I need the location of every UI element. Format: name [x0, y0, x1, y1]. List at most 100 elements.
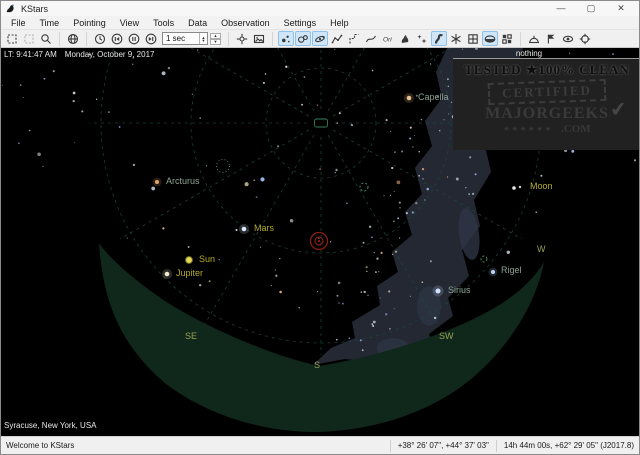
- flag-icon: [545, 33, 557, 45]
- dome-icon: [528, 33, 540, 45]
- observatory-dome-button[interactable]: [526, 31, 542, 46]
- arcturus-marker[interactable]: [155, 180, 159, 184]
- moon-marker[interactable]: [519, 186, 521, 188]
- toggle-horizontal-grid-button[interactable]: [465, 31, 481, 46]
- toolbar-separator: [272, 32, 277, 46]
- constellation-boundaries-icon: [348, 33, 360, 45]
- time-infobox[interactable]: LT: 9:41:47 AM Monday, October 9, 2017: [4, 50, 154, 59]
- telescope-crosshair-button[interactable]: [577, 31, 593, 46]
- timestep-combobox[interactable]: 1 sec▲▼: [162, 32, 208, 45]
- compass-label-se: SE: [185, 331, 197, 341]
- set-time-button[interactable]: [92, 31, 108, 46]
- color-scheme-button[interactable]: [499, 31, 515, 46]
- find-object-button[interactable]: [38, 31, 54, 46]
- capella-marker[interactable]: [407, 96, 412, 101]
- menu-item-observation[interactable]: Observation: [214, 17, 277, 29]
- rigel-marker[interactable]: [491, 270, 495, 274]
- label-sirius: Sirius: [448, 285, 471, 295]
- sun-marker[interactable]: [186, 257, 193, 264]
- menu-item-pointing[interactable]: Pointing: [66, 17, 113, 29]
- status-bar: Welcome to KStars +38° 26' 07", +44° 37'…: [1, 436, 640, 454]
- local-time: LT: 9:41:47 AM: [4, 50, 57, 59]
- export-sky-image-button[interactable]: [251, 31, 267, 46]
- select-dashed-icon: [6, 33, 18, 45]
- menu-item-time[interactable]: Time: [33, 17, 67, 29]
- jupiter-marker[interactable]: [165, 272, 170, 277]
- zoom-to-fit-button[interactable]: [4, 31, 20, 46]
- focus-infobox[interactable]: nothing: [469, 49, 589, 58]
- zoom-region-button[interactable]: [21, 31, 37, 46]
- status-equatorial-coords: 14h 44m 00s, +62° 29' 05" (J2017.8): [496, 440, 640, 452]
- eyepiece-view-button[interactable]: [560, 31, 576, 46]
- timestep-dropdown[interactable]: ▲▼: [199, 33, 207, 44]
- eye-icon: [562, 33, 574, 45]
- menu-item-tools[interactable]: Tools: [146, 17, 181, 29]
- menu-item-view[interactable]: View: [113, 17, 146, 29]
- svg-text:Ori: Ori: [383, 36, 392, 43]
- watermark-domain: .COM: [561, 123, 591, 135]
- constellation-names-icon: Ori: [382, 33, 394, 45]
- export-image-icon: [253, 33, 265, 45]
- toggle-milky-way-contour-button[interactable]: [397, 31, 413, 46]
- ground-icon: [484, 33, 496, 45]
- menu-item-file[interactable]: File: [4, 17, 33, 29]
- watermark-stars: ★★★★★★: [503, 125, 553, 133]
- toggle-flags-button[interactable]: [543, 31, 559, 46]
- moon-marker[interactable]: [512, 186, 516, 190]
- toggle-constellation-art-button[interactable]: [363, 31, 379, 46]
- clock-icon: [94, 33, 106, 45]
- toolbar-separator: [86, 32, 91, 46]
- location-infobox[interactable]: Syracuse, New York, USA: [4, 421, 96, 430]
- stars-icon: [280, 33, 292, 45]
- toggle-constellation-names-button[interactable]: Ori: [380, 31, 396, 46]
- toggle-equatorial-grid-button[interactable]: [448, 31, 464, 46]
- timestep-value: 1 sec: [163, 34, 199, 43]
- globe-icon: [67, 33, 79, 45]
- local-date: Monday, October 9, 2017: [65, 50, 155, 59]
- label-mars: Mars: [254, 223, 274, 233]
- toggle-constellation-lines-button[interactable]: [329, 31, 345, 46]
- timestep-widget: 1 sec▲▼▲▼: [162, 32, 221, 45]
- titlebar[interactable]: KStars — ▢ ✕: [1, 1, 639, 16]
- compass-label-w: W: [537, 244, 546, 254]
- watermark-check-icon: ✔: [609, 96, 628, 123]
- compass-label-s: S: [314, 360, 320, 370]
- mars-marker[interactable]: [242, 227, 247, 232]
- watermark-title: TESTED ★100% CLEAN: [453, 62, 640, 78]
- watermark-stamp: CERTIFIED: [488, 79, 607, 105]
- menu-item-data[interactable]: Data: [181, 17, 214, 29]
- minimize-button[interactable]: —: [555, 2, 567, 15]
- toggle-stars-button[interactable]: [278, 31, 294, 46]
- maximize-button[interactable]: ▢: [585, 2, 597, 15]
- time-step-back-button[interactable]: [109, 31, 125, 46]
- menu-item-settings[interactable]: Settings: [277, 17, 324, 29]
- time-pause-button[interactable]: [126, 31, 142, 46]
- close-button[interactable]: ✕: [615, 2, 627, 15]
- mars-marker[interactable]: [236, 229, 238, 231]
- toggle-ground-button[interactable]: [482, 31, 498, 46]
- target-move-icon: [236, 33, 248, 45]
- horizontal-grid-icon: [467, 33, 479, 45]
- toolbar-separator: [520, 32, 525, 46]
- pointing-focus-button[interactable]: [234, 31, 250, 46]
- timestep-decrease-button[interactable]: ▼: [210, 39, 221, 45]
- pause-icon: [128, 33, 140, 45]
- open-cluster: [217, 160, 230, 173]
- deepsky-icon: [297, 33, 309, 45]
- step-back-icon: [111, 33, 123, 45]
- toggle-supernovae-button[interactable]: [414, 31, 430, 46]
- toggle-deep-sky-objects-button[interactable]: [295, 31, 311, 46]
- toggle-constellation-boundaries-button[interactable]: [346, 31, 362, 46]
- magnifier-icon: [40, 33, 52, 45]
- label-jupiter: Jupiter: [176, 268, 203, 278]
- time-step-forward-button[interactable]: [143, 31, 159, 46]
- sirius-marker[interactable]: [436, 289, 441, 294]
- set-geographic-location-button[interactable]: [65, 31, 81, 46]
- window-title: KStars: [21, 4, 48, 14]
- menu-item-help[interactable]: Help: [323, 17, 356, 29]
- sky-map[interactable]: LT: 9:41:47 AM Monday, October 9, 2017 no…: [1, 48, 640, 438]
- constellation-lines-icon: [331, 33, 343, 45]
- status-message: Welcome to KStars: [1, 441, 390, 450]
- toggle-milky-way-button[interactable]: [431, 31, 447, 46]
- toggle-solar-system-button[interactable]: [312, 31, 328, 46]
